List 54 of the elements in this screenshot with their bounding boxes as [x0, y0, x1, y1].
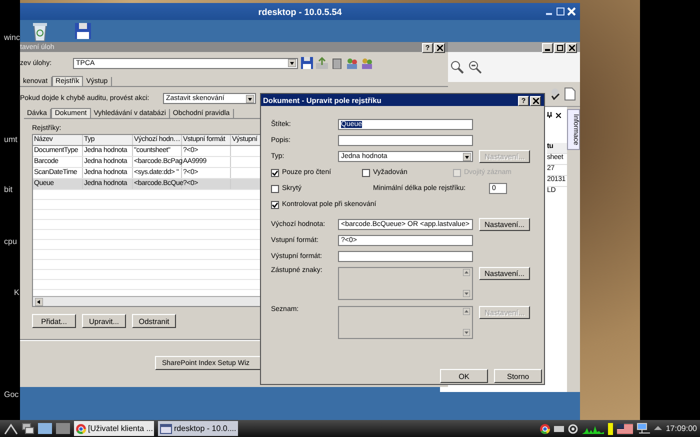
scroll-up-icon[interactable]: [463, 269, 470, 276]
close-icon[interactable]: [556, 112, 561, 118]
desktop-label: umt: [4, 135, 18, 144]
taskbar-button[interactable]: [Uživatel klienta ...: [74, 421, 154, 436]
scroll-up-icon[interactable]: [463, 308, 470, 315]
zoom-in-icon[interactable]: [450, 60, 464, 74]
close-button[interactable]: [434, 43, 445, 53]
browser-icon[interactable]: [540, 424, 550, 434]
desktop-label: bit: [4, 185, 12, 194]
desktop-label: K: [14, 288, 20, 297]
recycle-bin-icon[interactable]: [32, 22, 48, 42]
dropdown-arrow-icon: [246, 94, 254, 102]
scroll-down-icon[interactable]: [463, 290, 470, 297]
close-button[interactable]: [530, 96, 541, 106]
drive-icon[interactable]: [554, 426, 564, 432]
minimize-button[interactable]: [542, 43, 553, 53]
maximize-icon: [556, 45, 562, 51]
close-icon: [436, 45, 442, 51]
desktop-label: winc: [4, 33, 20, 42]
windows-icon[interactable]: [22, 423, 34, 434]
checkmark-icon[interactable]: [550, 88, 560, 100]
window-title: rdesktop - 10.0.5.54: [258, 6, 342, 16]
scroll-down-icon[interactable]: [463, 329, 470, 336]
flag-icon[interactable]: [616, 424, 633, 434]
people-icon[interactable]: [361, 57, 373, 69]
close-button[interactable]: [566, 43, 577, 53]
scroll-left-icon[interactable]: [35, 298, 43, 306]
save-icon[interactable]: [301, 57, 313, 69]
network-icon[interactable]: [636, 423, 650, 434]
checkbox[interactable]: [362, 168, 370, 176]
maximize-button[interactable]: [554, 43, 565, 53]
dropdown-arrow-icon: [288, 59, 296, 67]
checkbox[interactable]: [271, 200, 279, 208]
clock: 17:09:00: [666, 424, 697, 433]
taskbar-button[interactable]: rdesktop - 10.0....: [158, 421, 238, 436]
target-icon[interactable]: [568, 424, 578, 434]
document-icon[interactable]: [564, 87, 576, 101]
desktop-label: Goc: [4, 390, 19, 399]
start-menu-icon[interactable]: [4, 422, 18, 434]
zoom-out-icon[interactable]: [468, 60, 482, 74]
pin-icon[interactable]: [547, 112, 552, 118]
close-icon: [568, 45, 574, 51]
people-icon[interactable]: [346, 57, 358, 69]
browser-icon: [76, 424, 86, 434]
desktop-label: cpu: [4, 237, 17, 246]
checkbox[interactable]: [271, 184, 279, 192]
close-icon: [532, 98, 538, 104]
input-field[interactable]: [338, 135, 473, 146]
input-field[interactable]: [338, 251, 473, 262]
window-icon: [160, 424, 172, 434]
checkbox[interactable]: [271, 168, 279, 176]
eject-icon[interactable]: [654, 426, 662, 432]
maximize-icon[interactable]: [556, 7, 565, 16]
dropdown-arrow-icon: [463, 152, 471, 160]
